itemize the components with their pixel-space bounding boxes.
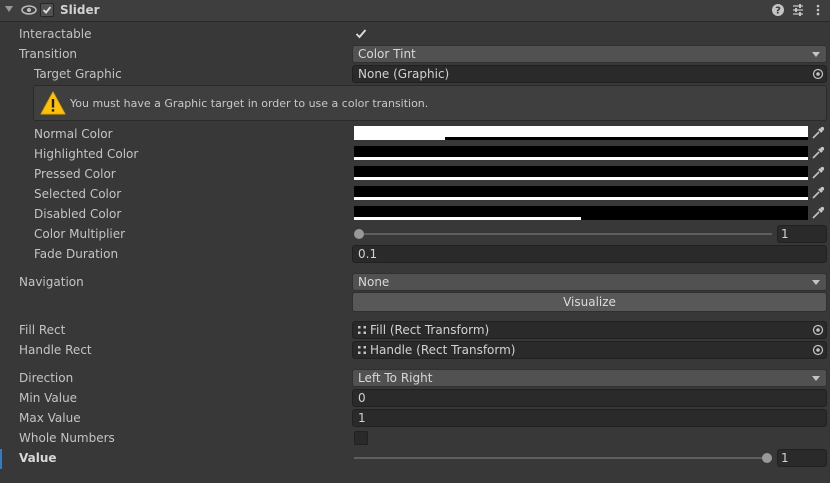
- color-swatch: [354, 146, 808, 157]
- color-multiplier-field[interactable]: 1: [777, 225, 827, 243]
- value-thumb[interactable]: [762, 453, 772, 463]
- eyedropper-icon[interactable]: [810, 205, 826, 221]
- chevron-down-icon: [812, 280, 820, 285]
- component-enabled-toggle[interactable]: [40, 3, 54, 17]
- value-field[interactable]: 1: [777, 449, 827, 467]
- navigation-value: None: [358, 275, 390, 289]
- fill-rect-value: Fill (Rect Transform): [370, 323, 490, 337]
- normal-color-field[interactable]: [354, 126, 808, 140]
- fill-rect-label: Fill Rect: [19, 323, 66, 337]
- target-circle-icon[interactable]: [812, 324, 824, 336]
- color-multiplier-track[interactable]: [358, 233, 772, 235]
- eyedropper-icon[interactable]: [810, 125, 826, 141]
- eyedropper-icon[interactable]: [810, 185, 826, 201]
- checkmark-icon: [355, 29, 367, 39]
- fill-rect-field[interactable]: Fill (Rect Transform): [352, 321, 827, 339]
- rect-transform-icon: [358, 326, 366, 334]
- color-swatch: [354, 166, 808, 177]
- transition-dropdown[interactable]: Color Tint: [352, 45, 827, 63]
- target-circle-icon[interactable]: [812, 68, 824, 80]
- warning-helpbox: You must have a Graphic target in order …: [33, 85, 827, 121]
- fade-duration-label: Fade Duration: [34, 247, 119, 261]
- highlighted-color-field[interactable]: [354, 146, 808, 160]
- alpha-bar-rest: [445, 137, 808, 140]
- max-value-label: Max Value: [19, 411, 81, 425]
- color-multiplier-thumb[interactable]: [354, 229, 364, 239]
- handle-rect-label: Handle Rect: [19, 343, 92, 357]
- visualize-button[interactable]: Visualize: [352, 292, 827, 312]
- disabled-color-label: Disabled Color: [34, 207, 122, 221]
- max-value-field[interactable]: 1: [352, 409, 827, 427]
- foldout-arrow-icon[interactable]: [5, 6, 13, 12]
- eyedropper-icon[interactable]: [810, 165, 826, 181]
- component-title: Slider: [60, 3, 100, 17]
- max-value-value: 1: [358, 411, 366, 425]
- interactable-label: Interactable: [19, 27, 92, 41]
- whole-numbers-label: Whole Numbers: [19, 431, 115, 445]
- alpha-bar-rest: [581, 217, 808, 220]
- pressed-color-label: Pressed Color: [34, 167, 116, 181]
- kebab-menu-icon[interactable]: [811, 3, 825, 17]
- color-swatch: [354, 206, 808, 217]
- color-swatch: [354, 126, 808, 137]
- fade-duration-field[interactable]: 0.1: [352, 245, 827, 263]
- chevron-down-icon: [812, 52, 820, 57]
- alpha-bar: [354, 177, 808, 180]
- direction-dropdown[interactable]: Left To Right: [352, 369, 827, 387]
- rect-transform-icon: [358, 346, 366, 354]
- min-value-label: Min Value: [19, 391, 78, 405]
- navigation-dropdown[interactable]: None: [352, 273, 827, 291]
- value-track[interactable]: [354, 457, 772, 459]
- sliders-icon[interactable]: [791, 3, 805, 17]
- normal-color-label: Normal Color: [34, 127, 113, 141]
- color-multiplier-value: 1: [781, 227, 789, 241]
- handle-rect-value: Handle (Rect Transform): [370, 343, 516, 357]
- fade-duration-value: 0.1: [358, 247, 378, 261]
- svg-text:?: ?: [775, 6, 781, 17]
- target-graphic-label: Target Graphic: [34, 67, 122, 81]
- color-multiplier-label: Color Multiplier: [34, 227, 126, 241]
- chevron-down-icon: [812, 376, 820, 381]
- whole-numbers-checkbox[interactable]: [354, 431, 368, 445]
- warning-icon: [40, 91, 66, 115]
- target-circle-icon[interactable]: [812, 344, 824, 356]
- interactable-checkbox[interactable]: [354, 27, 368, 41]
- direction-value: Left To Right: [358, 371, 433, 385]
- value-value: 1: [781, 451, 789, 465]
- alpha-bar: [354, 137, 445, 140]
- direction-label: Direction: [19, 371, 74, 385]
- target-graphic-field[interactable]: None (Graphic): [352, 65, 827, 83]
- helpbox-message: You must have a Graphic target in order …: [70, 97, 429, 110]
- component-header[interactable]: Slider ?: [0, 0, 830, 22]
- alpha-bar: [354, 157, 808, 160]
- disabled-color-field[interactable]: [354, 206, 808, 220]
- navigation-label: Navigation: [19, 275, 84, 289]
- eyedropper-icon[interactable]: [810, 145, 826, 161]
- selected-color-field[interactable]: [354, 186, 808, 200]
- value-label: Value: [19, 451, 57, 465]
- prefab-override-marker: [0, 449, 2, 469]
- color-swatch: [354, 186, 808, 197]
- min-value-value: 0: [358, 391, 366, 405]
- transition-value: Color Tint: [358, 47, 416, 61]
- highlighted-color-label: Highlighted Color: [34, 147, 139, 161]
- checkmark-icon: [42, 6, 52, 14]
- handle-rect-field[interactable]: Handle (Rect Transform): [352, 341, 827, 359]
- target-graphic-value: None (Graphic): [358, 67, 450, 81]
- alpha-bar: [354, 197, 808, 200]
- selected-color-label: Selected Color: [34, 187, 122, 201]
- question-icon[interactable]: ?: [771, 3, 785, 17]
- min-value-field[interactable]: 0: [352, 389, 827, 407]
- pressed-color-field[interactable]: [354, 166, 808, 180]
- transition-label: Transition: [19, 47, 78, 61]
- alpha-bar: [354, 217, 581, 220]
- eye-link-icon: [21, 5, 37, 15]
